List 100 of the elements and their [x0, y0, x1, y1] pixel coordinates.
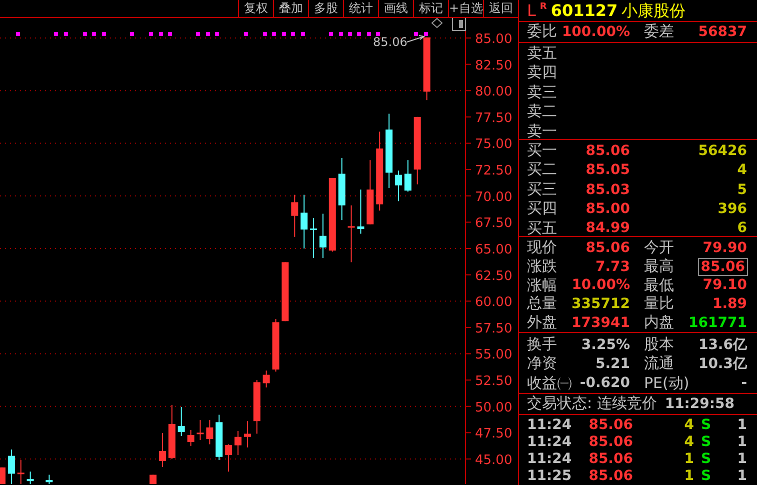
tick-time: 11:24: [527, 416, 572, 433]
tick-count: 1: [737, 434, 747, 450]
bid-volume: 5: [737, 182, 747, 198]
bid-price: 85.06: [586, 142, 630, 159]
bid-label: 买五: [527, 218, 557, 238]
y-tick-label: 47.50: [475, 426, 512, 442]
panel-toggle-icon[interactable]: [452, 18, 466, 31]
field-value: 10.3亿: [698, 355, 747, 374]
field-value: 5.21: [595, 356, 630, 372]
tick-side: S: [700, 434, 712, 450]
ask-label: 卖五: [527, 44, 557, 64]
bid-price: 85.05: [586, 162, 630, 178]
bid-price: 85.00: [586, 200, 630, 217]
y-tick-label: 57.50: [475, 321, 512, 336]
field-value: 85.06: [586, 240, 630, 256]
stock-code: 601127: [550, 1, 618, 20]
field-label: 净资: [527, 354, 557, 374]
field-value: 1.89: [712, 296, 747, 312]
candlestick: [0, 466, 6, 484]
field-value: 79.10: [702, 277, 747, 294]
diamond-icon[interactable]: [431, 18, 443, 28]
tick-volume: 4: [684, 434, 694, 450]
tick-side: S: [700, 451, 712, 468]
bid-label: 买三: [527, 180, 557, 200]
y-tick-label: 67.50: [475, 216, 512, 232]
field-label: 涨跌: [527, 256, 557, 276]
ask-label: 卖四: [527, 63, 557, 83]
tick-volume: 4: [684, 416, 694, 433]
toolbar-button[interactable]: +自选: [448, 0, 483, 17]
field-label: 外盘: [527, 313, 557, 333]
status-time: 11:29:58: [664, 396, 734, 412]
y-tick-label: 50.00: [475, 400, 512, 416]
field-label: 股本: [644, 334, 674, 354]
field-value: 56837: [698, 24, 747, 40]
candlestick: [404, 160, 412, 192]
y-tick-label: 85.00: [475, 32, 512, 47]
field-label: 流通: [644, 354, 674, 374]
candlestick: [414, 116, 421, 185]
trading-status: 交易状态: 连续竞价: [527, 394, 657, 414]
candlestick: [158, 432, 166, 468]
field-label: 今开: [644, 238, 674, 258]
field-label: 涨幅: [527, 276, 557, 296]
tick-count: 1: [737, 451, 747, 468]
field-value: 100.00%: [562, 24, 630, 40]
market-tag: L: [527, 1, 536, 20]
candlestick: [282, 262, 289, 322]
tick-count: 1: [737, 416, 747, 433]
field-value: 161771: [688, 314, 747, 331]
candlestick: [225, 444, 232, 472]
bid-label: 买四: [527, 199, 557, 219]
tick-time: 11:24: [527, 434, 572, 450]
candlestick: [366, 160, 374, 225]
tick-price: 85.06: [588, 468, 633, 484]
candlestick: [8, 449, 15, 484]
field-label: 内盘: [644, 313, 674, 333]
y-tick-label: 52.50: [475, 374, 512, 390]
bid-label: 买一: [527, 141, 557, 160]
field-label: 委差: [644, 22, 674, 42]
y-tick-label: 70.00: [475, 190, 512, 205]
tick-volume: 1: [684, 468, 694, 484]
ask-label: 卖三: [527, 82, 557, 102]
candlestick: [357, 189, 364, 234]
field-value: 79.90: [702, 240, 747, 256]
tick-price: 85.06: [588, 416, 633, 433]
candlestick: [300, 194, 308, 249]
field-value: 335712: [572, 296, 630, 312]
field-label: PE(动): [644, 374, 690, 394]
y-tick-label: 45.00: [475, 453, 512, 468]
field-label: 最低: [644, 276, 674, 296]
tick-time: 11:24: [527, 451, 572, 468]
candlestick: [196, 420, 204, 441]
bid-price: 85.03: [586, 182, 630, 198]
field-label: 委比: [527, 22, 557, 42]
bid-volume: 6: [737, 220, 747, 236]
field-value: 3.25%: [581, 336, 630, 353]
ask-label: 卖一: [527, 122, 557, 142]
bid-volume: 56426: [698, 142, 747, 159]
field-label: 收益㈠: [527, 374, 572, 394]
tick-volume: 1: [684, 451, 694, 468]
candlestick: [216, 414, 223, 461]
candlestick: [338, 157, 346, 221]
field-value: 13.6亿: [698, 336, 747, 354]
candlestick: [46, 474, 53, 484]
field-label: 总量: [527, 294, 557, 314]
tick-side: S: [700, 468, 712, 484]
candlestick: [319, 213, 326, 258]
bid-label: 买二: [527, 160, 557, 180]
bid-volume: 4: [737, 162, 747, 178]
tick-price: 85.06: [588, 434, 633, 450]
flag-tag: R: [540, 2, 547, 12]
candlestick: [394, 170, 402, 202]
y-tick-label: 72.50: [475, 164, 512, 179]
candlestick: [291, 194, 298, 238]
leader-line: [406, 35, 426, 42]
y-tick-label: 80.00: [475, 84, 512, 100]
field-value: 7.73: [595, 258, 630, 275]
tick-count: 1: [737, 468, 747, 484]
bid-price: 84.99: [586, 220, 630, 236]
bid-volume: 396: [718, 200, 747, 217]
candlestick: [26, 471, 34, 484]
